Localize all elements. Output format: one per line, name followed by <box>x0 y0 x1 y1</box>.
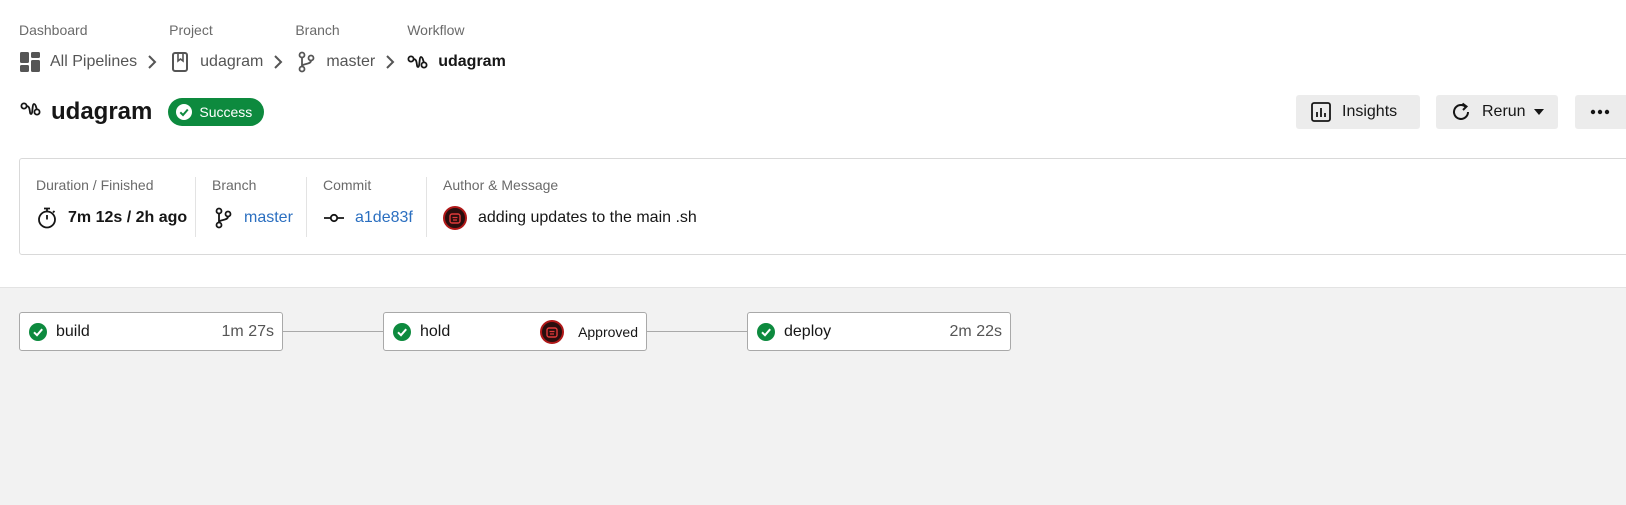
job-duration: 2m 22s <box>949 322 1002 340</box>
breadcrumb-label: Workflow <box>407 22 465 38</box>
duration-cell: Duration / Finished 7m 12s / 2h ago <box>36 175 187 231</box>
project-icon <box>169 51 191 73</box>
chevron-right-icon <box>267 50 289 74</box>
divider <box>426 177 427 237</box>
check-circle-icon <box>393 322 411 341</box>
duration-label: Duration / Finished <box>36 177 154 193</box>
check-circle-icon <box>757 322 775 341</box>
branch-label: Branch <box>212 177 257 193</box>
workflow-summary-card: Duration / Finished 7m 12s / 2h ago Bran… <box>19 158 1626 255</box>
stopwatch-icon <box>36 207 58 229</box>
breadcrumb-dashboard[interactable]: Dashboard All Pipelines <box>19 20 169 74</box>
rerun-button[interactable]: Rerun <box>1436 95 1558 129</box>
breadcrumb-link[interactable]: udagram <box>200 53 263 71</box>
breadcrumb-label: Branch <box>295 22 340 38</box>
breadcrumb-label: Dashboard <box>19 22 88 38</box>
branch-icon <box>295 51 317 73</box>
commit-label: Commit <box>323 177 372 193</box>
workflow-title-row: udagram Success <box>19 97 265 126</box>
job-build[interactable]: build 1m 27s <box>19 312 283 351</box>
insights-label: Insights <box>1342 103 1398 120</box>
divider <box>306 177 307 237</box>
status-badge: Success <box>168 98 265 126</box>
job-connector <box>647 331 747 332</box>
commit-message: adding updates to the main .sh <box>478 209 697 226</box>
check-circle-icon <box>29 322 47 341</box>
job-name: hold <box>420 322 451 340</box>
branch-cell: Branch master <box>212 175 293 231</box>
commit-cell: Commit a1de83f <box>323 175 413 231</box>
author-avatar[interactable] <box>443 206 467 230</box>
breadcrumb-label: Project <box>169 22 213 38</box>
branch-link[interactable]: master <box>244 209 293 227</box>
workflow-header-area: Dashboard All Pipelines Project udagram <box>0 0 1626 287</box>
refresh-icon <box>1450 101 1472 123</box>
job-deploy[interactable]: deploy 2m 22s <box>747 312 1011 351</box>
approver-avatar <box>540 319 565 344</box>
page-title: udagram <box>51 98 153 125</box>
author-cell: Author & Message adding updates to the m… <box>443 175 697 231</box>
rerun-label: Rerun <box>1482 103 1526 120</box>
job-name: build <box>56 322 90 340</box>
breadcrumb-current: udagram <box>438 53 506 70</box>
chevron-right-icon <box>141 50 163 74</box>
author-label: Author & Message <box>443 177 559 193</box>
approval-status: Approved <box>578 323 638 340</box>
workflow-icon <box>407 51 429 73</box>
more-options-button[interactable] <box>1575 95 1626 129</box>
dashboard-icon <box>19 51 41 73</box>
status-text: Success <box>199 104 253 120</box>
insights-button[interactable]: Insights <box>1296 95 1420 129</box>
duration-value: 7m 12s / 2h ago <box>68 209 188 226</box>
job-duration: 1m 27s <box>221 322 274 340</box>
breadcrumb-link[interactable]: All Pipelines <box>50 53 137 71</box>
caret-down-icon <box>1533 109 1544 115</box>
breadcrumb-branch[interactable]: Branch master <box>295 20 407 74</box>
workflow-icon <box>19 97 43 121</box>
branch-icon <box>212 207 234 229</box>
bar-chart-icon <box>1310 101 1332 123</box>
breadcrumb-project[interactable]: Project udagram <box>169 20 295 74</box>
chevron-right-icon <box>379 50 401 74</box>
breadcrumb: Dashboard All Pipelines Project udagram <box>19 20 506 74</box>
job-hold[interactable]: hold Approved <box>383 312 647 351</box>
breadcrumb-workflow: Workflow udagram <box>407 20 506 74</box>
commit-icon <box>323 207 345 229</box>
commit-link[interactable]: a1de83f <box>355 209 413 227</box>
check-circle-icon <box>176 104 193 120</box>
breadcrumb-link[interactable]: master <box>326 53 375 71</box>
job-name: deploy <box>784 322 832 340</box>
more-horizontal-icon <box>1590 109 1610 115</box>
divider <box>195 177 196 237</box>
job-connector <box>283 331 383 332</box>
